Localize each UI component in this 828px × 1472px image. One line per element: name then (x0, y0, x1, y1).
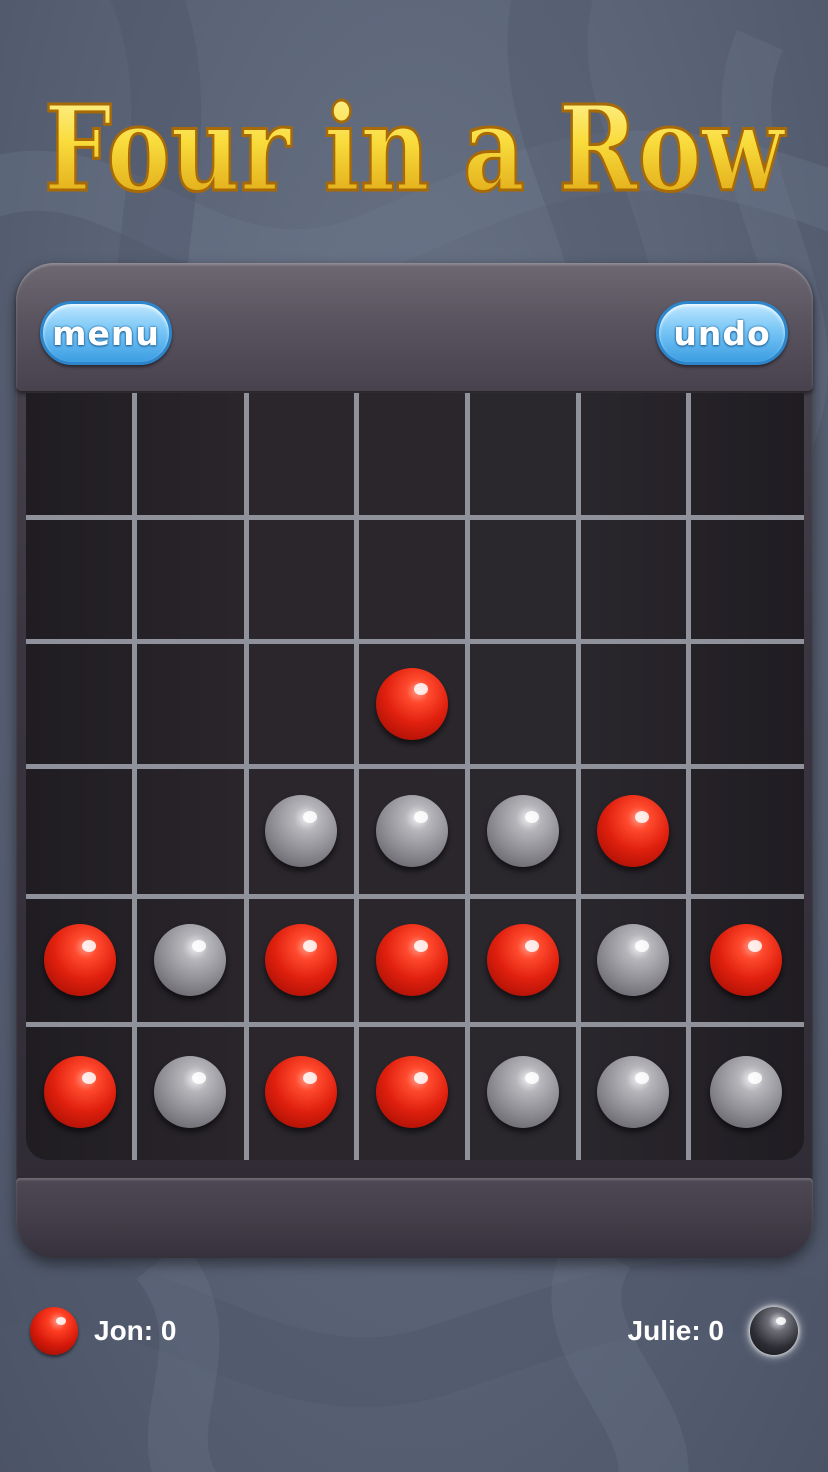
grid-vertical-line (465, 393, 470, 1160)
gray-piece (710, 1056, 782, 1128)
red-piece (710, 924, 782, 996)
red-piece (265, 1056, 337, 1128)
grid-horizontal-line (26, 639, 804, 644)
gray-piece (597, 924, 669, 996)
red-piece (597, 795, 669, 867)
red-piece (265, 924, 337, 996)
grid-horizontal-line (26, 764, 804, 769)
gray-piece (486, 795, 559, 867)
game-title: Four in a Row (0, 55, 828, 216)
player-score-right: Julie: 0 (628, 1305, 798, 1357)
gray-piece (154, 924, 226, 996)
undo-button[interactable]: undo (656, 301, 788, 365)
grid-horizontal-line (26, 515, 804, 520)
grid-vertical-line (244, 393, 249, 1160)
gray-piece (375, 795, 448, 867)
gray-piece (486, 1056, 559, 1128)
board-footer (16, 1178, 813, 1258)
grid-lines (26, 393, 804, 1160)
player-score-left: Jon: 0 (30, 1305, 176, 1357)
player-left-score: Jon: 0 (94, 1315, 177, 1346)
grid-vertical-line (576, 393, 581, 1160)
red-piece (375, 924, 448, 996)
menu-button[interactable]: menu (40, 301, 172, 365)
player-right-score: Julie: 0 (627, 1315, 724, 1346)
red-piece (44, 924, 116, 996)
player-dark-piece-icon (750, 1307, 798, 1355)
game-title-logo: Four in a Row (43, 78, 788, 216)
grid-horizontal-line (26, 1022, 804, 1027)
grid-vertical-line (686, 393, 691, 1160)
gray-piece (154, 1056, 226, 1128)
red-piece (375, 1056, 448, 1128)
red-piece (486, 924, 559, 996)
game-title-text: Four in a Row (44, 79, 786, 215)
grid-horizontal-line (26, 894, 804, 899)
player-red-piece-icon (30, 1307, 78, 1355)
red-piece (44, 1056, 116, 1128)
game-board-grid[interactable] (26, 393, 804, 1160)
gray-piece (597, 1056, 669, 1128)
gray-piece (265, 795, 337, 867)
red-piece (375, 667, 448, 740)
grid-vertical-line (354, 393, 359, 1160)
grid-vertical-line (132, 393, 137, 1160)
